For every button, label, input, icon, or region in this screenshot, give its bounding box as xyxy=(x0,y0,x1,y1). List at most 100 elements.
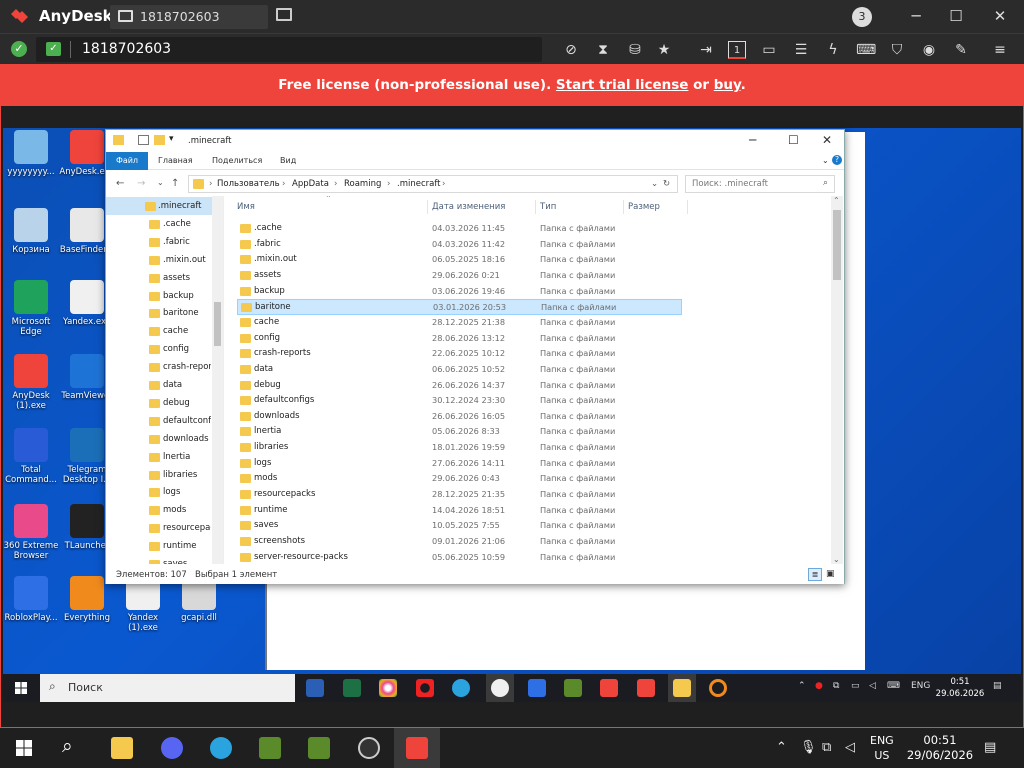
desktop-icon[interactable]: RobloxPlay... xyxy=(3,576,59,623)
menu-icon[interactable]: ≡ xyxy=(991,41,1009,59)
telegram-icon[interactable] xyxy=(452,679,470,697)
remote-lang[interactable]: ENG xyxy=(911,681,930,691)
tab-share[interactable]: Поделиться xyxy=(212,156,262,165)
maximize-icon[interactable]: ☐ xyxy=(947,7,965,25)
hourglass-icon[interactable]: ⧗ xyxy=(594,41,612,59)
nav-tree-item[interactable]: crash-repor xyxy=(106,358,212,376)
word-icon[interactable] xyxy=(306,679,324,697)
crumb-user[interactable]: Пользователь xyxy=(217,179,280,189)
nav-tree-item[interactable]: libraries xyxy=(106,466,212,484)
nav-tree-item[interactable]: runtime xyxy=(106,537,212,555)
nav-tree-item[interactable]: logs xyxy=(106,483,212,501)
anydesk-icon-2[interactable] xyxy=(637,679,655,697)
tab-home[interactable]: Главная xyxy=(158,156,193,165)
everything-icon[interactable] xyxy=(709,679,727,697)
anydesk-icon[interactable] xyxy=(600,679,618,697)
tray-network-icon[interactable]: ⧉ xyxy=(822,740,831,755)
tab-file[interactable]: Файл xyxy=(106,152,148,170)
nav-tree-item[interactable]: debug xyxy=(106,394,212,412)
record-icon[interactable]: ◉ xyxy=(920,41,938,59)
discord-icon[interactable] xyxy=(161,737,183,759)
database-icon[interactable]: ⛁ xyxy=(626,41,644,59)
minecraft-icon[interactable] xyxy=(259,737,281,759)
nav-tree-item[interactable]: lnertia xyxy=(106,448,212,466)
keyboard-icon[interactable]: ⌨ xyxy=(856,41,876,59)
table-row[interactable]: .mixin.out 06.05.2025 18:16 Папка с файлам… xyxy=(237,252,682,268)
table-row[interactable]: server-resource-packs 05.06.2025 10:59 Пап… xyxy=(237,550,682,564)
chat-icon[interactable]: ☰ xyxy=(792,41,810,59)
notification-icon[interactable]: ▤ xyxy=(984,740,996,755)
remote-search-box[interactable]: ⌕ Поиск xyxy=(40,674,295,702)
table-row[interactable]: config 28.06.2026 13:12 Папка с файлами xyxy=(237,331,682,347)
nav-tree-item[interactable]: config xyxy=(106,340,212,358)
tray-expand-icon[interactable]: ⌃ xyxy=(776,740,787,755)
column-separator[interactable] xyxy=(623,200,624,214)
desktop-icon[interactable]: Yandex (1).exe xyxy=(115,576,171,633)
table-row[interactable]: downloads 26.06.2026 16:05 Папка с файлами xyxy=(237,409,682,425)
session-tab[interactable]: 1818702603 xyxy=(110,5,268,29)
shield-icon[interactable]: ⛉ xyxy=(888,41,906,59)
path-bar[interactable]: › Пользователь › AppData › Roaming › .mi… xyxy=(188,175,678,193)
path-dropdown-icon[interactable]: ⌄ xyxy=(651,179,658,189)
new-folder-icon[interactable] xyxy=(154,135,165,145)
column-date[interactable]: Дата изменения xyxy=(432,202,505,212)
ribbon-expand-icon[interactable]: ⌄ xyxy=(822,156,829,165)
address-bar[interactable]: ✓ 1818702603 xyxy=(36,37,542,62)
table-row[interactable]: screenshots 09.01.2026 21:06 Папка с файла… xyxy=(237,534,682,550)
minecraft-icon[interactable] xyxy=(564,679,582,697)
telegram-icon[interactable] xyxy=(210,737,232,759)
excel-icon[interactable] xyxy=(343,679,361,697)
properties-icon[interactable] xyxy=(138,135,149,145)
nav-tree-item[interactable]: resourcepac xyxy=(106,519,212,537)
column-type[interactable]: Тип xyxy=(540,202,556,212)
column-size[interactable]: Размер xyxy=(628,202,660,212)
tiles-view-icon[interactable]: ▣ xyxy=(826,569,835,579)
table-row[interactable]: resourcepacks 28.12.2025 21:35 Папка с фай… xyxy=(237,487,682,503)
table-row[interactable]: cache 28.12.2025 21:38 Папка с файлами xyxy=(237,315,682,331)
privacy-icon[interactable]: ⊘ xyxy=(562,41,580,59)
nav-tree-item[interactable]: .cache xyxy=(106,215,212,233)
remote-clock[interactable]: 0:51 29.06.2026 xyxy=(933,676,987,700)
refresh-icon[interactable]: ↻ xyxy=(663,179,670,189)
nav-tree-item[interactable]: backup xyxy=(106,287,212,305)
start-trial-link[interactable]: Start trial license xyxy=(556,77,689,93)
tray-yandex-icon[interactable]: ● xyxy=(815,681,823,691)
column-separator[interactable] xyxy=(535,200,536,214)
file-explorer-window[interactable]: ▾ .minecraft ─ ☐ ✕ Файл Главная Поделить… xyxy=(105,129,845,584)
column-separator[interactable] xyxy=(427,200,428,214)
search-box[interactable]: Поиск: .minecraft ⌕ xyxy=(685,175,835,193)
table-row[interactable]: logs 27.06.2026 14:11 Папка с файлами xyxy=(237,456,682,472)
tray-display-icon[interactable]: ▭ xyxy=(851,681,860,691)
tray-keyboard-icon[interactable]: ⌨ xyxy=(887,681,900,691)
nav-scroll-thumb[interactable] xyxy=(214,302,221,346)
buy-link[interactable]: buy xyxy=(714,77,741,93)
nav-tree-item[interactable]: .minecraft xyxy=(106,197,212,215)
nav-tree-item[interactable]: defaultconf xyxy=(106,412,212,430)
desktop-icon[interactable]: yyyyyyyy... xyxy=(3,130,59,177)
nav-tree-item[interactable]: .mixin.out xyxy=(106,251,212,269)
minimize-icon[interactable]: ─ xyxy=(907,7,925,25)
table-row[interactable]: lnertia 05.06.2026 8:33 Папка с файлами xyxy=(237,424,682,440)
crumb-roaming[interactable]: Roaming xyxy=(344,179,381,189)
yandex-icon[interactable] xyxy=(491,679,509,697)
table-row[interactable]: mods 29.06.2026 0:43 Папка с файлами xyxy=(237,471,682,487)
crumb-minecraft[interactable]: .minecraft xyxy=(397,179,441,189)
crumb-appdata[interactable]: AppData xyxy=(292,179,329,189)
roblox-icon[interactable] xyxy=(528,679,546,697)
desktop-icon[interactable]: AnyDesk (1).exe xyxy=(3,354,59,411)
nav-tree-item[interactable]: assets xyxy=(106,269,212,287)
forward-icon[interactable]: → xyxy=(137,178,145,189)
tray-mic-icon[interactable]: 🎙 xyxy=(800,740,817,755)
close-icon[interactable]: ✕ xyxy=(991,7,1009,25)
tab-view[interactable]: Вид xyxy=(280,156,296,165)
new-tab-icon[interactable] xyxy=(276,8,292,21)
actions-icon[interactable]: ϟ xyxy=(824,41,842,59)
recent-dropdown-icon[interactable]: ⌄ xyxy=(157,178,164,187)
table-row[interactable]: .cache 04.03.2026 11:45 Папка с файлами xyxy=(237,221,682,237)
nav-tree-item[interactable]: cache xyxy=(106,322,212,340)
desktop-icon[interactable]: Корзина xyxy=(3,208,59,255)
quick-access-dropdown-icon[interactable]: ▾ xyxy=(169,134,174,144)
desktop-icon[interactable]: Total Command... xyxy=(3,428,59,485)
back-icon[interactable]: ← xyxy=(116,178,124,189)
file-explorer-icon[interactable] xyxy=(111,737,133,759)
